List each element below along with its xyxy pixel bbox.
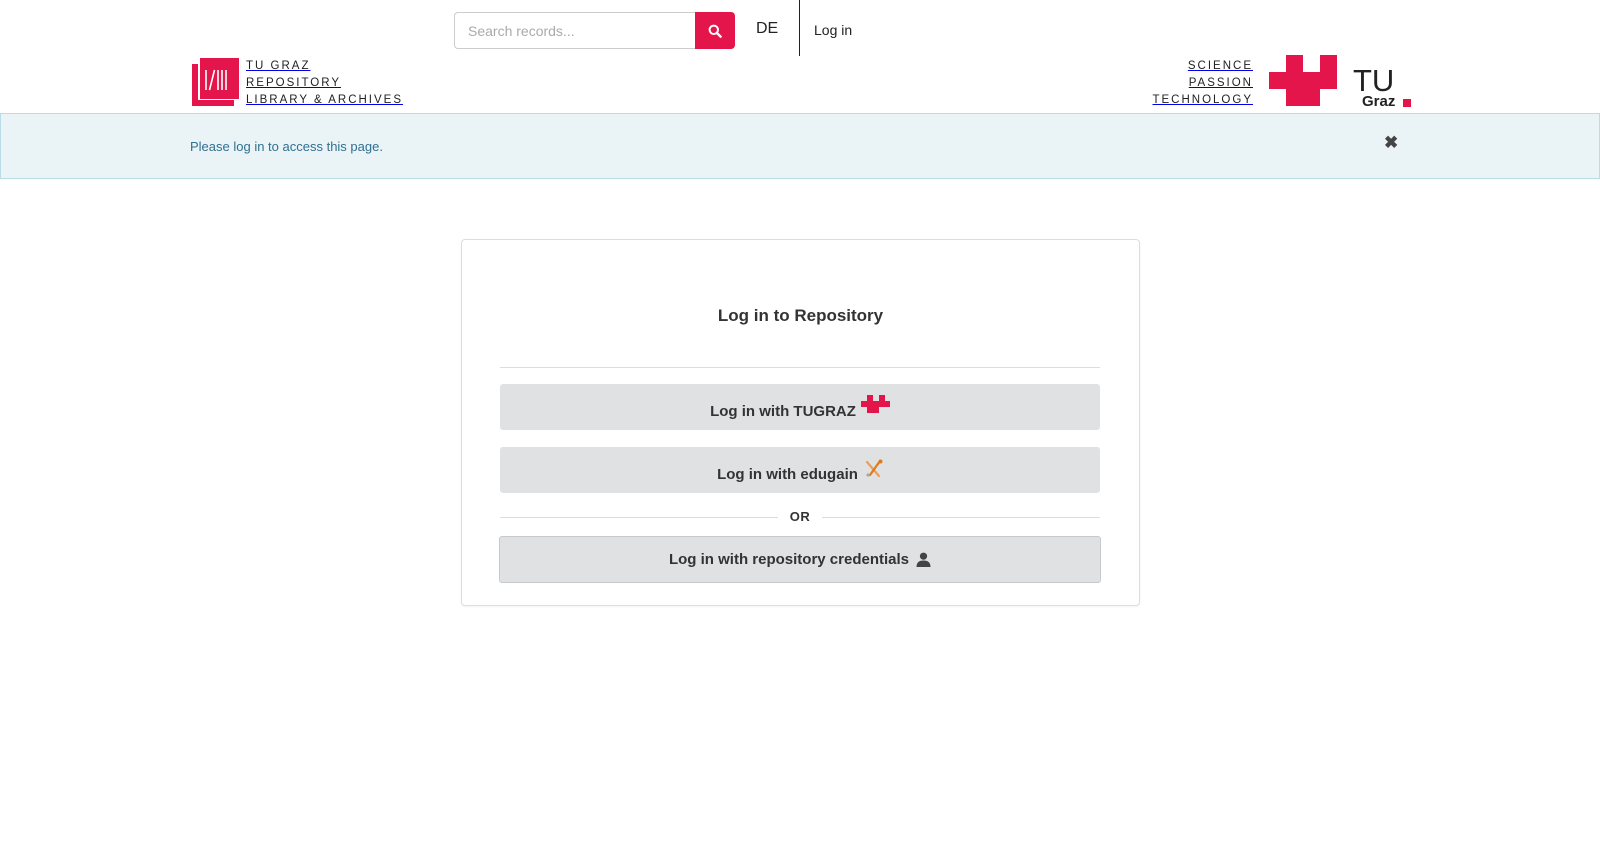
login-tugraz-button[interactable]: Log in with TUGRAZ — [500, 384, 1100, 430]
user-icon — [916, 552, 931, 567]
search-icon — [708, 24, 722, 38]
page-title: Log in to Repository — [717, 306, 884, 325]
repository-brand-text: TU Graz Repository Library & Archives — [246, 58, 403, 109]
slogan-line-3: Technology — [1152, 94, 1253, 106]
login-required-alert: Please log in to access this page. ✖ — [0, 113, 1600, 179]
tugraz-slogan: Science Passion Technology — [1152, 58, 1253, 110]
edugain-icon — [865, 459, 883, 478]
slogan-line-2: Passion — [1188, 77, 1253, 89]
or-separator: OR — [500, 508, 1100, 526]
nav-divider — [799, 0, 800, 56]
search-button[interactable] — [695, 12, 735, 49]
login-edugain-button[interactable]: Log in with edugain — [500, 447, 1100, 493]
repository-logo-icon — [192, 58, 239, 106]
login-credentials-label: Log in with repository credentials — [668, 551, 910, 568]
login-link[interactable]: Log in — [814, 22, 852, 38]
repository-home-logo[interactable]: TU Graz Repository Library & Archives — [190, 56, 403, 109]
slogan-line-1: Science — [1187, 60, 1253, 72]
or-line-right — [822, 517, 1100, 518]
divider — [500, 367, 1100, 368]
close-icon[interactable]: ✖ — [1384, 134, 1398, 151]
login-panel: Log in to Repository Log in with TUGRAZ … — [461, 239, 1140, 606]
search-input[interactable] — [454, 12, 695, 49]
login-tugraz-label: Log in with TUGRAZ — [710, 402, 856, 420]
alert-message: Please log in to access this page. — [190, 139, 383, 154]
login-edugain-label: Log in with edugain — [717, 465, 858, 483]
language-switch-link[interactable]: DE — [756, 20, 778, 38]
tugraz-mark-subtext: Graz — [1362, 93, 1395, 110]
brand-line-1: TU Graz — [246, 60, 311, 72]
brand-line-2: Repository — [246, 77, 341, 89]
tugraz-logo-icon — [860, 395, 890, 414]
brand-line-3: Library & Archives — [246, 94, 404, 106]
tugraz-logo-icon: TU Graz — [1269, 55, 1411, 110]
tugraz-logo-link[interactable]: Science Passion Technology TU Graz — [1152, 55, 1412, 110]
login-credentials-button[interactable]: Log in with repository credentials — [499, 536, 1101, 583]
